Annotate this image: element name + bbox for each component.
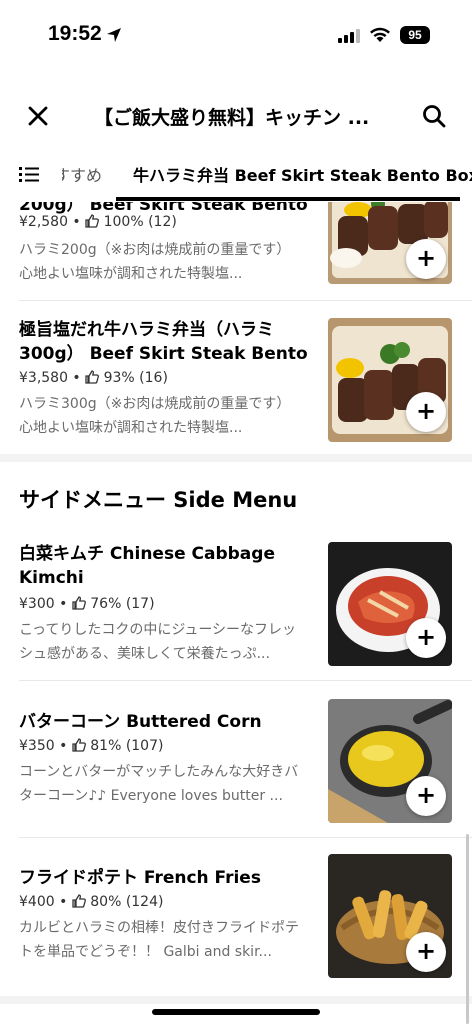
thumbs-up-icon <box>72 596 86 610</box>
battery-indicator: 95 <box>400 26 430 44</box>
item-price: ¥350 • <box>19 738 72 754</box>
menu-list-icon[interactable] <box>19 165 39 183</box>
item-price-rating: ¥2,580 • 100% (12) <box>19 214 177 230</box>
menu-item[interactable]: 白菜キムチ Chinese Cabbage Kimchi ¥300 • 76% … <box>0 532 472 682</box>
category-tabs: おすすめ 牛ハラミ弁当 Beef Skirt Steak Bento Box <box>0 150 472 201</box>
menu-content[interactable]: 200g） Beef Skirt Steak Bento ... ¥2,580 … <box>0 202 472 1024</box>
add-to-cart-button[interactable]: + <box>406 618 446 658</box>
home-indicator[interactable] <box>152 1009 320 1015</box>
item-name: 白菜キムチ Chinese Cabbage Kimchi <box>19 544 275 588</box>
item-rating: 93% (16) <box>103 370 168 386</box>
store-title: 【ご飯大盛り無料】キッチン ... <box>94 107 370 129</box>
item-name: 極旨塩だれ牛ハラミ弁当（ハラミ300g） Beef Skirt Steak Be… <box>19 320 308 364</box>
item-price: ¥400 • <box>19 894 72 910</box>
add-to-cart-button[interactable]: + <box>406 776 446 816</box>
menu-item[interactable]: 200g） Beef Skirt Steak Bento ... ¥2,580 … <box>0 202 472 302</box>
item-rating: 81% (107) <box>90 738 164 754</box>
divider <box>19 300 472 301</box>
search-icon[interactable] <box>421 103 447 129</box>
add-to-cart-button[interactable]: + <box>406 239 446 279</box>
item-description: ハラミ300g（※お肉は焼成前の重量です） 心地よい塩味が調和された特製塩... <box>19 396 298 436</box>
item-name: フライドポテト French Fries <box>19 868 261 888</box>
thumbs-up-icon <box>72 894 86 908</box>
item-price: ¥2,580 • <box>19 214 86 230</box>
item-rating: 76% (17) <box>90 596 155 612</box>
cellular-signal-icon <box>338 29 360 43</box>
store-header: 【ご飯大盛り無料】キッチン ... <box>0 90 472 140</box>
item-price-rating: ¥400 • 80% (124) <box>19 894 163 910</box>
tab-beef-skirt-steak-bento[interactable]: 牛ハラミ弁当 Beef Skirt Steak Bento Box <box>133 162 472 186</box>
item-price: ¥300 • <box>19 596 72 612</box>
add-to-cart-button[interactable]: + <box>406 932 446 972</box>
section-separator <box>0 454 472 462</box>
close-icon[interactable] <box>26 104 50 128</box>
add-to-cart-button[interactable]: + <box>406 392 446 432</box>
status-bar: 19:52 95 <box>0 0 472 70</box>
wifi-icon <box>370 27 390 42</box>
thumbs-up-icon <box>85 214 100 228</box>
thumbs-up-icon <box>72 738 86 752</box>
menu-item[interactable]: 極旨塩だれ牛ハラミ弁当（ハラミ300g） Beef Skirt Steak Be… <box>0 302 472 452</box>
item-price-rating: ¥3,580 • 93% (16) <box>19 370 168 386</box>
section-separator <box>0 996 472 1004</box>
item-rating: 80% (124) <box>90 894 164 910</box>
tab-recommended[interactable]: おすすめ <box>62 162 102 186</box>
active-tab-indicator <box>116 197 460 201</box>
menu-item[interactable]: バターコーン Buttered Corn ¥350 • 81% (107) コー… <box>0 682 472 838</box>
item-rating: 100% (12) <box>103 214 177 230</box>
item-name: バターコーン Buttered Corn <box>19 712 262 732</box>
item-price-rating: ¥300 • 76% (17) <box>19 596 155 612</box>
item-description: こってりしたコクの中にジューシーなフレッシュ感がある、美味しくて栄養たっぷ... <box>19 622 297 662</box>
section-title-side-menu: サイドメニュー Side Menu <box>19 488 298 512</box>
item-price-rating: ¥350 • 81% (107) <box>19 738 163 754</box>
scrollbar[interactable] <box>466 834 469 1024</box>
divider <box>19 680 472 681</box>
item-description: カルビとハラミの相棒！皮付きフライドポテトを単品でどうぞ！！ Galbi and… <box>19 920 299 960</box>
status-time: 19:52 <box>48 22 102 45</box>
menu-item[interactable]: フライドポテト French Fries ¥400 • 80% (124) カル… <box>0 838 472 994</box>
location-arrow-icon <box>107 28 121 42</box>
item-description: コーンとバターがマッチしたみんな大好きバターコーン♪♪ Everyone lov… <box>19 764 299 804</box>
item-price: ¥3,580 • <box>19 370 86 386</box>
item-description: ハラミ200g（※お肉は焼成前の重量です） 心地よい塩味が調和された特製塩... <box>19 242 298 282</box>
thumbs-up-icon <box>85 370 100 384</box>
